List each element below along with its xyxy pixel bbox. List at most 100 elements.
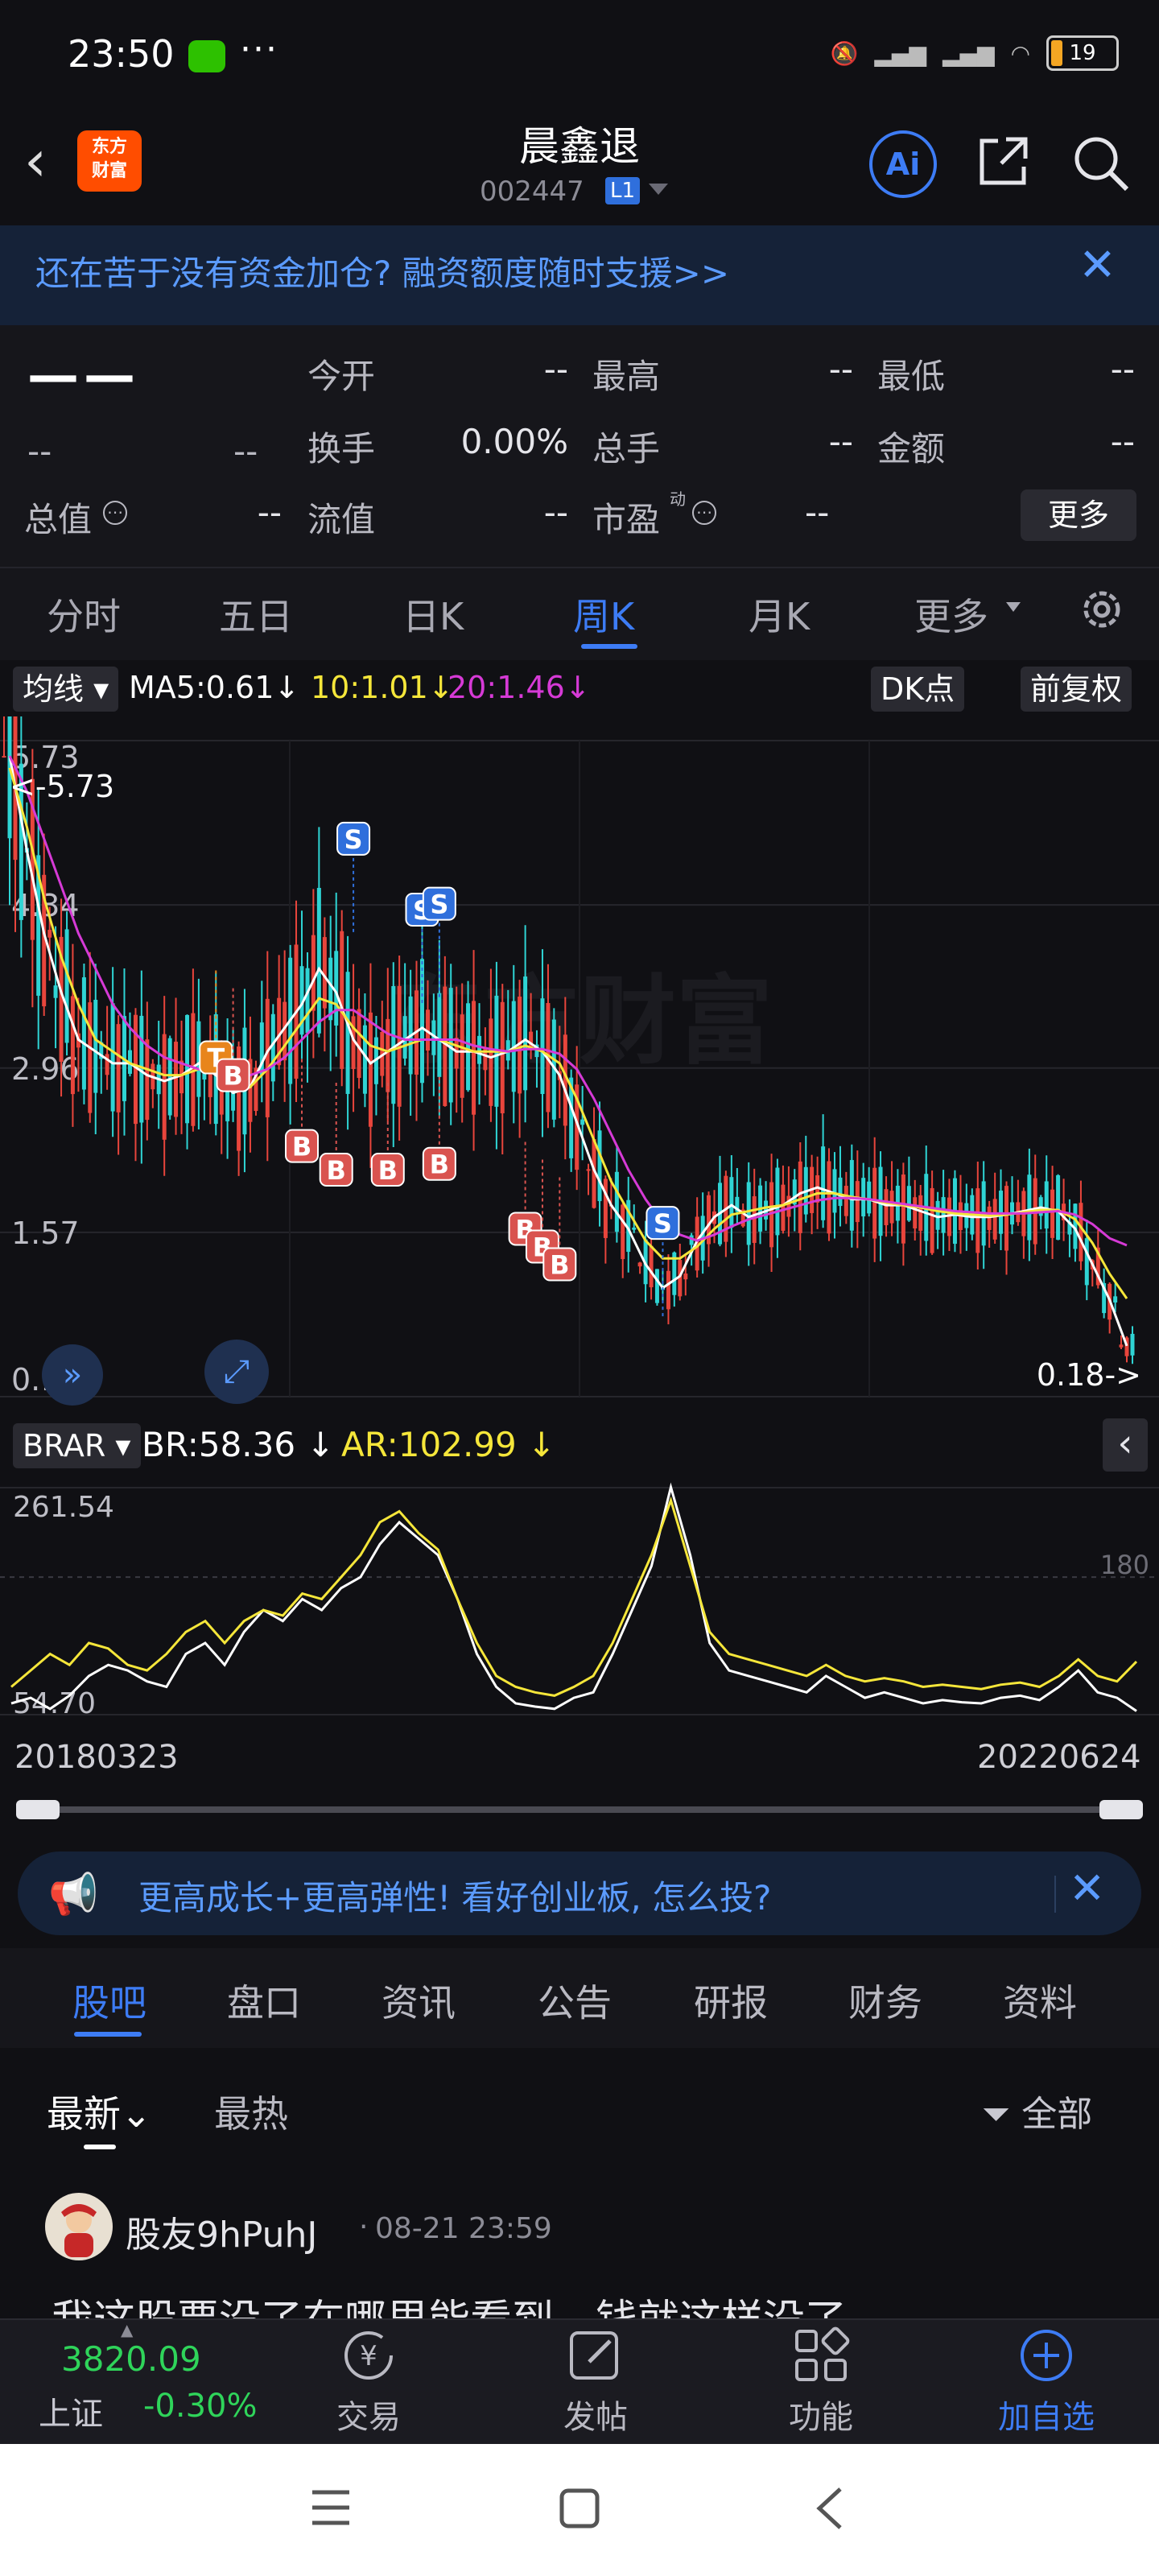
candle-body: [466, 1003, 471, 1091]
candle-body: [116, 1024, 121, 1113]
more-dropdown-icon[interactable]: [1006, 602, 1021, 612]
pe-dynamic-sup: 动: [670, 489, 686, 509]
max-price-label: <-5.73: [10, 769, 114, 804]
avatar[interactable]: [45, 2193, 113, 2260]
dk-point-button[interactable]: DK点: [871, 667, 965, 712]
ma5-value: MA5:0.61↓: [129, 670, 300, 705]
collapse-chevron-icon[interactable]: ‹: [1103, 1418, 1148, 1472]
sort-latest[interactable]: 最新⌄: [47, 2085, 152, 2138]
trade-icon[interactable]: ¥: [338, 2325, 399, 2386]
candle-body: [683, 1274, 688, 1280]
candle-body: [855, 1181, 860, 1223]
candle-body: [930, 1187, 934, 1253]
candle-body: [1056, 1174, 1061, 1241]
dock-function[interactable]: 功能: [757, 2391, 885, 2438]
indicator-select[interactable]: 均线 ▾: [13, 667, 119, 712]
ai-button[interactable]: Ai: [869, 130, 937, 198]
trade-marker-label: B: [292, 1132, 311, 1162]
close-icon[interactable]: ✕: [1069, 1864, 1105, 1913]
dock-add-watchlist[interactable]: 加自选: [982, 2391, 1111, 2438]
open-label: 今开: [307, 357, 376, 396]
gear-icon[interactable]: [1077, 584, 1127, 634]
banner-text[interactable]: 还在苦于没有资金加仓? 融资额度随时支援>>: [35, 246, 729, 295]
more-info-icon[interactable]: ⋯: [103, 501, 127, 525]
dock-post[interactable]: 发帖: [531, 2391, 660, 2438]
signal-icon-2: ▂▄▆: [942, 39, 995, 67]
trade-marker-label: S: [430, 890, 448, 920]
menu-icon[interactable]: [309, 2487, 353, 2528]
candle-body: [81, 977, 86, 1090]
candle-body: [729, 1177, 734, 1228]
candle-body: [999, 1191, 1004, 1234]
fullscreen-icon[interactable]: ⤢: [204, 1340, 269, 1404]
candle-body: [305, 968, 310, 1034]
home-icon[interactable]: [559, 2487, 600, 2529]
index-change[interactable]: -0.30%: [143, 2388, 258, 2425]
candle-body: [752, 1196, 757, 1244]
apps-grid-icon[interactable]: [790, 2325, 852, 2386]
tab-weekly-k[interactable]: 周K: [573, 588, 634, 641]
add-circle-icon[interactable]: [1016, 2325, 1077, 2386]
pe-info-icon[interactable]: ⋯: [692, 501, 716, 525]
candle-body: [889, 1191, 894, 1224]
candle-body: [992, 1199, 997, 1240]
filter-button[interactable]: ⏷ 全部: [982, 2085, 1092, 2136]
tab-finance[interactable]: 财务: [848, 1974, 922, 2027]
back-chevron-icon[interactable]: ‹: [24, 133, 47, 189]
ma10-value: 10:1.01↓: [311, 670, 454, 705]
tab-news[interactable]: 资讯: [382, 1974, 456, 2027]
time-scrollbar[interactable]: [16, 1800, 1143, 1819]
compose-icon[interactable]: [565, 2325, 626, 2386]
total-value-label: 总值: [24, 500, 93, 539]
tab-profile[interactable]: 资料: [1003, 1974, 1077, 2027]
tab-research[interactable]: 研报: [694, 1974, 768, 2027]
level-badge: L1: [605, 177, 641, 204]
post-content[interactable]: 我这股票没了在哪里能看到，钱就这样没了: [52, 2286, 1114, 2318]
post-username[interactable]: 股友9hPuhJ: [126, 2206, 317, 2257]
kline-chart[interactable]: 5.734.342.961.570.18东方财富SSSSTBBBBBBBB<-5…: [0, 716, 1159, 1417]
share-icon[interactable]: [974, 133, 1032, 191]
adjust-select[interactable]: 前复权: [1021, 667, 1132, 712]
candle-body: [167, 1038, 172, 1116]
stock-code[interactable]: 002447: [480, 175, 584, 208]
wifi-icon: ◠: [1010, 39, 1030, 67]
candle-body: [901, 1174, 905, 1244]
tab-order-book[interactable]: 盘口: [227, 1974, 301, 2027]
dock-trade[interactable]: 交易: [304, 2391, 433, 2438]
candle-body: [368, 1012, 373, 1127]
close-icon[interactable]: ✕: [1079, 242, 1116, 290]
sort-hot[interactable]: 最热: [214, 2085, 288, 2138]
more-button[interactable]: 更多: [1021, 489, 1136, 541]
sub-indicator-select[interactable]: BRAR ▾: [13, 1423, 141, 1468]
high-label: 最高: [592, 357, 661, 396]
candle-body: [53, 985, 58, 998]
tab-forum[interactable]: 股吧: [72, 1974, 146, 2027]
candle-body: [632, 1227, 637, 1230]
brar-chart[interactable]: 180 261.54 54.70: [0, 1476, 1159, 1726]
candle-body: [586, 1169, 591, 1171]
candle-body: [775, 1167, 780, 1236]
trade-marker-label: B: [327, 1155, 346, 1186]
candle-body: [603, 1179, 608, 1238]
post-time: 08-21 23:59: [375, 2212, 552, 2245]
tab-more[interactable]: 更多: [914, 588, 988, 641]
tab-monthly-k[interactable]: 月K: [749, 588, 810, 641]
search-icon[interactable]: [1070, 133, 1132, 194]
candle-body: [821, 1146, 826, 1220]
candle-body: [523, 976, 528, 1091]
tab-five-day[interactable]: 五日: [219, 588, 293, 641]
index-value[interactable]: 3820.09: [61, 2339, 201, 2379]
code-dropdown-icon[interactable]: [649, 184, 668, 195]
candle-body: [975, 1188, 980, 1253]
tab-daily-k[interactable]: 日K: [402, 588, 464, 641]
promo-text[interactable]: 更高成长+更高弹性! 看好创业板, 怎么投?: [138, 1871, 771, 1920]
tab-announcements[interactable]: 公告: [538, 1974, 612, 2027]
back-icon[interactable]: [813, 2486, 845, 2531]
expand-left-icon[interactable]: »: [42, 1344, 103, 1406]
tab-intraday[interactable]: 分时: [47, 588, 121, 641]
candle-body: [614, 1171, 619, 1232]
candle-body: [93, 999, 98, 1093]
candle-body: [391, 985, 396, 1104]
index-name[interactable]: 上证: [39, 2388, 103, 2434]
candle-body: [637, 1262, 642, 1267]
